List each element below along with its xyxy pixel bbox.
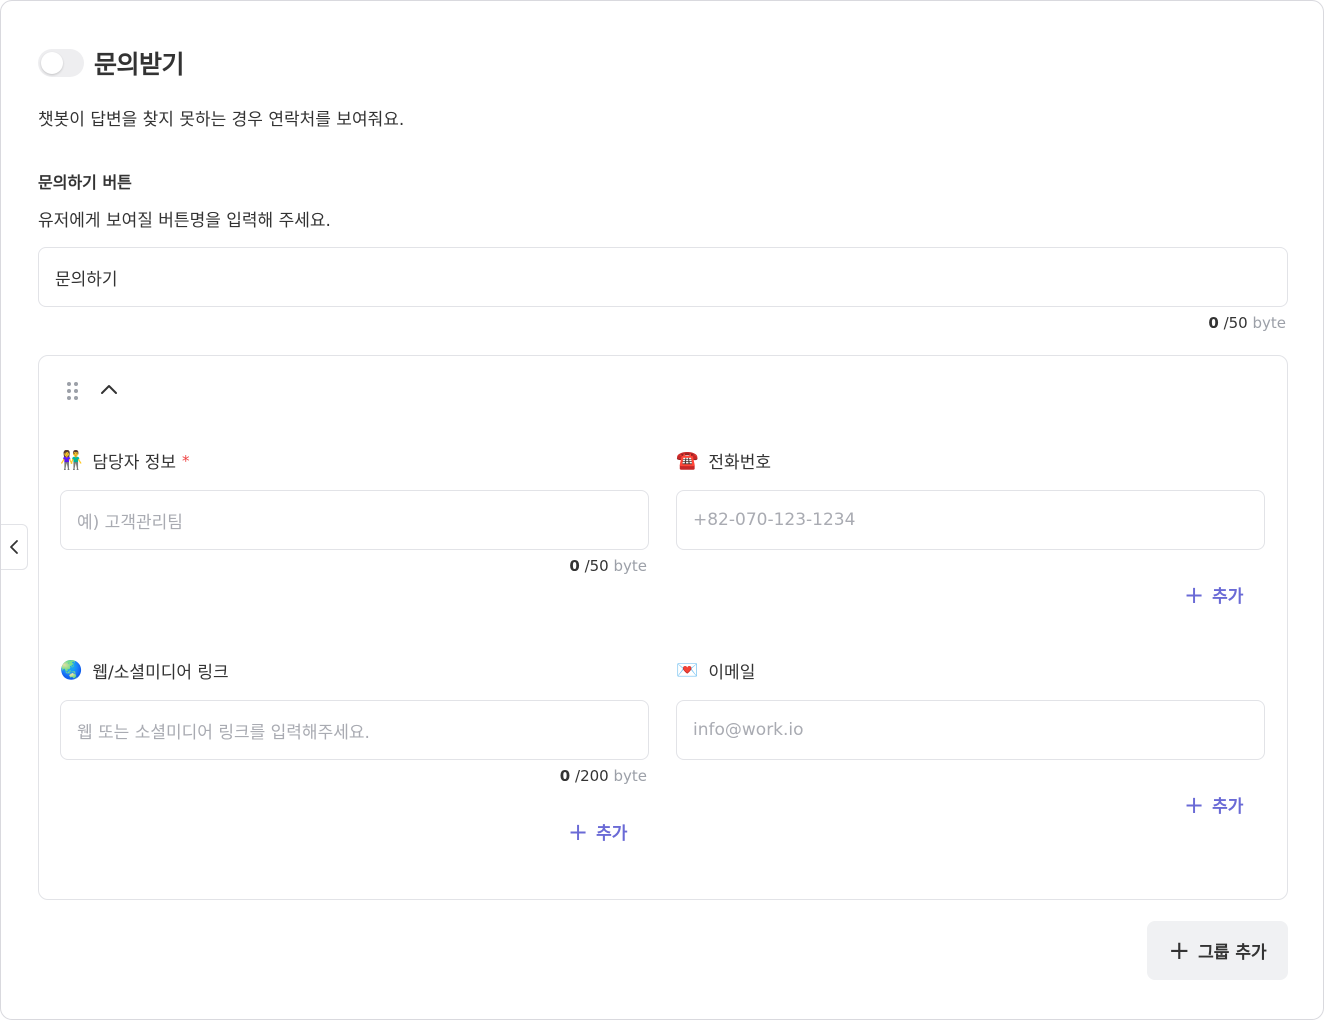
- email-input[interactable]: info@work.io: [676, 700, 1265, 760]
- telephone-icon: ☎️: [676, 450, 699, 471]
- plus-icon: +: [1184, 790, 1205, 819]
- drag-handle-icon[interactable]: [67, 382, 79, 402]
- email-placeholder: info@work.io: [693, 720, 804, 740]
- plus-icon: +: [1168, 935, 1191, 966]
- button-section-description: 유저에게 보여질 버튼명을 입력해 주세요.: [38, 211, 331, 231]
- page-title: 문의받기: [94, 50, 185, 79]
- web-label: 🌏 웹/소셜미디어 링크: [60, 660, 229, 683]
- phone-add-button[interactable]: + 추가: [1184, 580, 1243, 609]
- button-name-value: 문의하기: [55, 269, 118, 290]
- phone-placeholder: +82-070-123-1234: [693, 510, 856, 530]
- inquiry-toggle[interactable]: [38, 49, 84, 77]
- toggle-knob: [41, 52, 63, 74]
- button-section-label: 문의하기 버튼: [38, 173, 132, 192]
- manager-input[interactable]: 예) 고객관리팀: [60, 490, 649, 550]
- button-name-counter: 0 /50 byte: [1208, 314, 1286, 332]
- contact-group-card: [38, 355, 1288, 900]
- manager-placeholder: 예) 고객관리팀: [77, 512, 183, 533]
- required-mark: *: [182, 451, 190, 470]
- settings-panel: 문의받기 챗봇이 답변을 찾지 못하는 경우 연락처를 보여줘요. 문의하기 버…: [0, 0, 1324, 1020]
- collapse-panel-button[interactable]: [1, 524, 28, 570]
- manager-label: 👫 담당자 정보 *: [60, 450, 190, 473]
- chevron-up-icon[interactable]: [100, 382, 118, 396]
- web-add-button[interactable]: + 추가: [568, 817, 627, 846]
- plus-icon: +: [1184, 580, 1205, 609]
- header: 문의받기: [38, 45, 185, 81]
- web-counter: 0 /200 byte: [559, 767, 647, 785]
- plus-icon: +: [568, 817, 589, 846]
- email-label: 💌 이메일: [676, 660, 756, 683]
- globe-icon: 🌏: [60, 660, 83, 681]
- chevron-left-icon: [10, 540, 18, 554]
- phone-input[interactable]: +82-070-123-1234: [676, 490, 1265, 550]
- phone-label: ☎️ 전화번호: [676, 450, 771, 473]
- button-name-input[interactable]: 문의하기: [38, 247, 1288, 307]
- couple-icon: 👫: [60, 450, 83, 471]
- web-input[interactable]: 웹 또는 소셜미디어 링크를 입력해주세요.: [60, 700, 649, 760]
- email-add-button[interactable]: + 추가: [1184, 790, 1243, 819]
- manager-counter: 0 /50 byte: [569, 557, 647, 575]
- add-group-button[interactable]: + 그룹 추가: [1147, 921, 1288, 980]
- love-letter-icon: 💌: [676, 660, 699, 681]
- web-placeholder: 웹 또는 소셜미디어 링크를 입력해주세요.: [77, 722, 370, 743]
- page-description: 챗봇이 답변을 찾지 못하는 경우 연락처를 보여줘요.: [38, 110, 405, 130]
